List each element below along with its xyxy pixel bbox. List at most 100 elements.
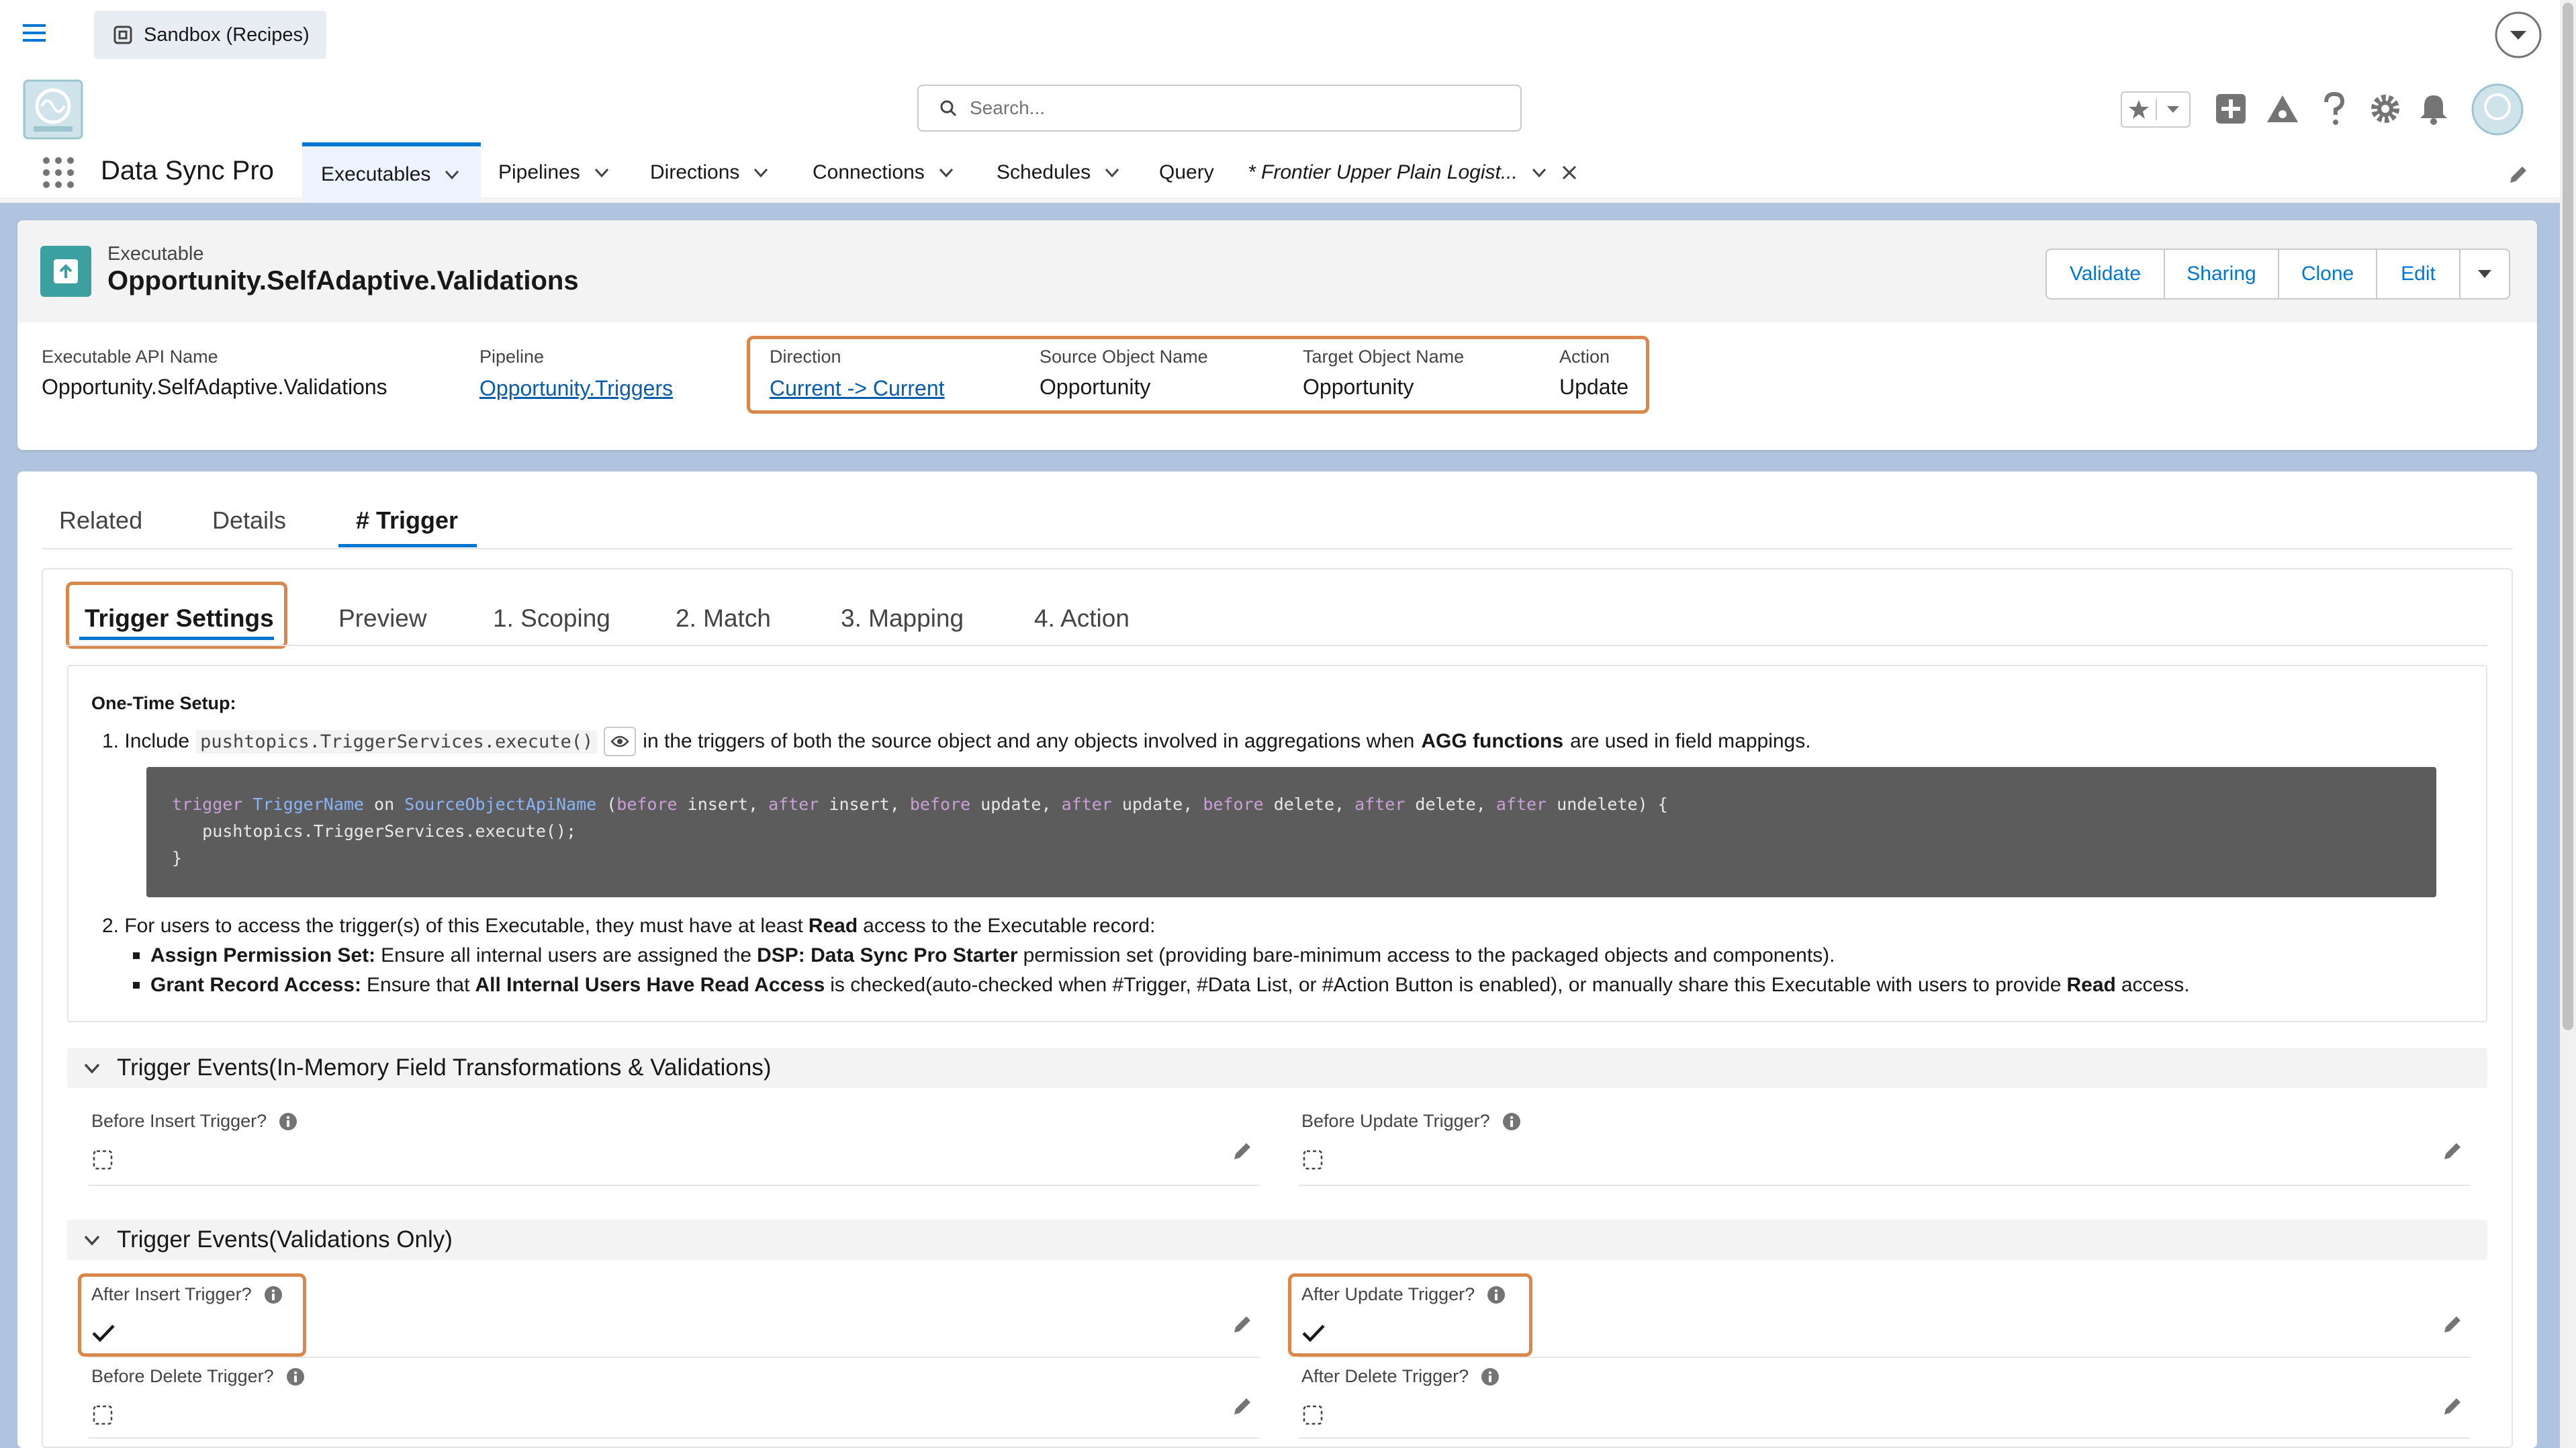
field-label-target-object: Target Object Name	[1303, 347, 1465, 367]
edit-button[interactable]: Edit	[2377, 250, 2460, 298]
nav-tab-frontier-record[interactable]: * Frontier Upper Plain Logist...	[1248, 142, 1578, 203]
chevron-down-icon	[82, 1230, 102, 1250]
code-token: SourceObjectApiName	[404, 795, 597, 814]
code-line-2: pushtopics.TriggerServices.execute();	[172, 821, 577, 841]
validate-button[interactable]: Validate	[2047, 250, 2165, 298]
chevron-down-icon[interactable]	[751, 163, 770, 182]
info-icon[interactable]	[286, 1367, 305, 1386]
clone-button[interactable]: Clone	[2279, 250, 2377, 298]
field-label-source-object: Source Object Name	[1040, 347, 1208, 367]
tab-related[interactable]: Related	[59, 506, 142, 535]
bullet2-bold2: All Internal Users Have Read Access	[475, 974, 825, 996]
nav-tab-directions[interactable]: Directions	[650, 142, 770, 203]
nav-tab-connections[interactable]: Connections	[813, 142, 956, 203]
subtab-preview[interactable]: Preview	[338, 604, 427, 633]
record-object-label: Executable	[107, 243, 204, 265]
after-update-checked-icon	[1302, 1324, 1325, 1343]
chevron-down-icon[interactable]	[443, 165, 461, 184]
user-avatar[interactable]	[2471, 83, 2524, 136]
code-token: before	[909, 795, 971, 814]
tab-trigger[interactable]: # Trigger	[356, 506, 458, 535]
notifications-bell-icon[interactable]	[2419, 93, 2448, 125]
star-icon	[2122, 99, 2157, 120]
scrollbar-thumb[interactable]	[2563, 3, 2573, 1030]
field-after-delete-label: After Delete Trigger?	[1301, 1366, 1500, 1387]
field-label-text: Before Update Trigger?	[1301, 1111, 1490, 1131]
global-actions-add-icon[interactable]	[2215, 93, 2247, 125]
info-icon[interactable]	[279, 1112, 297, 1131]
code-token: undelete) {	[1547, 795, 1668, 814]
app-launcher-icon[interactable]	[42, 156, 75, 189]
step1-suffix-a: in the triggers of both the source objec…	[643, 730, 1415, 752]
field-value-target-object: Opportunity	[1303, 375, 1414, 399]
edit-pencil-icon[interactable]	[2442, 1396, 2463, 1417]
nav-tab-executables[interactable]: Executables	[302, 142, 481, 203]
favorites-button[interactable]	[2121, 91, 2191, 128]
field-divider	[89, 1357, 1260, 1358]
step1-prefix: 1. Include	[102, 730, 190, 752]
chevron-down-icon[interactable]	[1103, 163, 1121, 182]
sandbox-badge[interactable]: Sandbox (Recipes)	[94, 11, 326, 59]
chevron-down-icon[interactable]	[592, 163, 611, 182]
tab-details[interactable]: Details	[212, 506, 286, 535]
subtab-match[interactable]: 2. Match	[676, 604, 771, 633]
section-title: Trigger Events(Validations Only)	[117, 1226, 453, 1253]
subtab-scoping[interactable]: 1. Scoping	[493, 604, 610, 633]
nav-tab-label: Directions	[650, 161, 740, 183]
more-actions-button[interactable]	[2460, 250, 2509, 298]
nav-tab-label: * Frontier Upper Plain Logist...	[1248, 161, 1518, 183]
subtabs-divider	[67, 645, 2487, 646]
subtab-mapping[interactable]: 3. Mapping	[841, 604, 964, 633]
code-token: delete,	[1263, 795, 1355, 814]
nav-tab-label: Query	[1159, 161, 1214, 183]
sharing-button[interactable]: Sharing	[2165, 250, 2279, 298]
subtab-action[interactable]: 4. Action	[1034, 604, 1130, 633]
section-header-validations-only[interactable]: Trigger Events(Validations Only)	[67, 1220, 2487, 1260]
setup-heading: One-Time Setup:	[91, 693, 236, 713]
code-token: update,	[970, 795, 1062, 814]
nav-tab-query[interactable]: Query	[1159, 142, 1214, 203]
field-value-pipeline-link[interactable]: Opportunity.Triggers	[479, 376, 673, 401]
menu-icon[interactable]	[23, 23, 46, 43]
step2-bold: Read	[808, 915, 858, 937]
subtab-active-indicator	[79, 637, 274, 640]
bullet2-bold: Grant Record Access:	[150, 974, 362, 996]
field-label-text: Before Delete Trigger?	[91, 1366, 274, 1386]
edit-pencil-icon[interactable]	[1232, 1396, 1253, 1417]
edit-nav-pencil-icon[interactable]	[2508, 164, 2529, 185]
info-icon[interactable]	[1502, 1112, 1521, 1131]
field-before-insert-label: Before Insert Trigger?	[91, 1111, 297, 1132]
bullet1-bold2: DSP: Data Sync Pro Starter	[757, 944, 1018, 966]
help-icon[interactable]	[2321, 91, 2348, 126]
close-tab-icon[interactable]	[1561, 164, 1578, 181]
bullet-marker	[133, 952, 140, 959]
subtab-trigger-settings[interactable]: Trigger Settings	[85, 604, 274, 633]
nav-tab-label: Pipelines	[498, 161, 580, 183]
field-after-update-label: After Update Trigger?	[1301, 1284, 1506, 1305]
info-icon[interactable]	[1487, 1285, 1506, 1304]
field-divider	[1299, 1185, 2470, 1186]
setup-gear-icon[interactable]	[2369, 93, 2401, 125]
show-code-eye-icon[interactable]	[604, 727, 637, 756]
nav-tab-label: Schedules	[997, 161, 1091, 183]
field-divider	[1299, 1437, 2470, 1439]
app-name: Data Sync Pro	[101, 156, 274, 185]
edit-pencil-icon[interactable]	[1232, 1314, 1253, 1335]
nav-tab-schedules[interactable]: Schedules	[997, 142, 1121, 203]
info-icon[interactable]	[1481, 1367, 1500, 1386]
edit-pencil-icon[interactable]	[2442, 1314, 2463, 1335]
chevron-down-icon[interactable]	[1530, 163, 1549, 182]
global-search-input[interactable]: Search...	[917, 85, 1522, 132]
setup-menu-dropdown-icon[interactable]	[2494, 11, 2542, 59]
trailhead-icon[interactable]	[2266, 94, 2299, 124]
field-value-direction-link[interactable]: Current -> Current	[770, 376, 945, 401]
field-label-action: Action	[1559, 347, 1610, 367]
edit-pencil-icon[interactable]	[2442, 1140, 2463, 1162]
nav-tab-pipelines[interactable]: Pipelines	[498, 142, 611, 203]
info-icon[interactable]	[264, 1285, 283, 1304]
edit-pencil-icon[interactable]	[1232, 1140, 1253, 1162]
chevron-down-icon[interactable]	[937, 163, 956, 182]
field-value-action: Update	[1559, 375, 1629, 399]
bullet-marker	[133, 982, 140, 989]
section-header-in-memory[interactable]: Trigger Events(In-Memory Field Transform…	[67, 1048, 2487, 1088]
